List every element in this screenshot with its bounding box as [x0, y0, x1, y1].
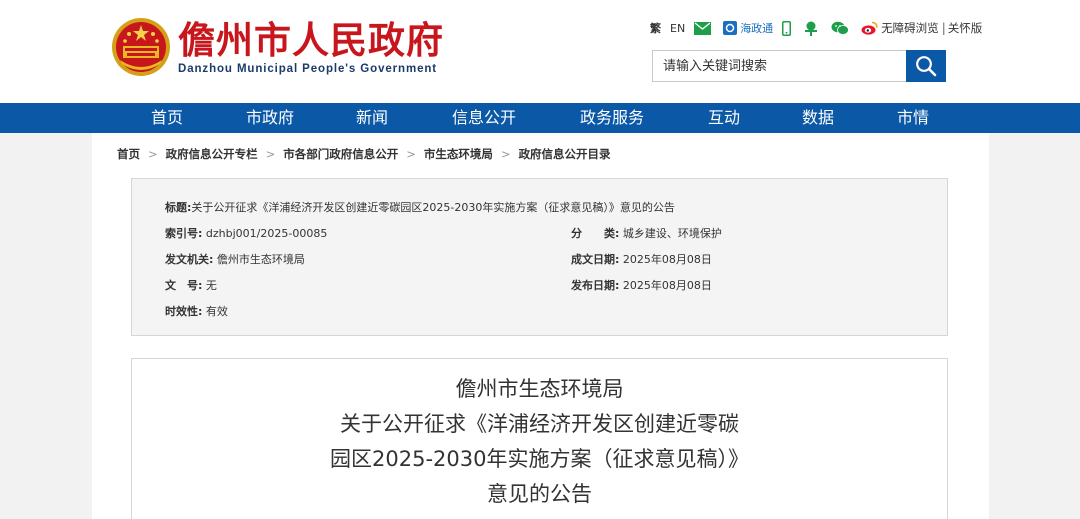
breadcrumb-item-departments[interactable]: 市各部门政府信息公开	[283, 146, 398, 162]
search-box	[652, 50, 906, 82]
nav-item-city-government[interactable]: 市政府	[232, 103, 308, 133]
nav-item-interaction[interactable]: 互动	[692, 103, 756, 133]
search-input[interactable]	[653, 51, 906, 81]
info-category-value: 城乡建设、环境保护	[622, 227, 722, 240]
breadcrumb-item-eco-bureau[interactable]: 市生态环境局	[424, 146, 493, 162]
info-index-value: dzhbj001/2025-00085	[205, 227, 328, 240]
info-created-label: 成文日期:	[571, 253, 620, 266]
info-title-value: 关于公开征求《洋浦经济开发区创建近零碳园区2025-2030年实施方案（征求意见…	[191, 201, 675, 214]
wechat-link[interactable]	[831, 21, 852, 35]
info-docno-label: 文 号:	[165, 279, 203, 292]
traditional-chinese-link[interactable]: 繁	[650, 20, 661, 36]
main-nav: 首页 市政府 新闻 信息公开 政务服务 互动 数据 市情	[0, 103, 1080, 133]
breadcrumb-separator: >	[500, 147, 511, 161]
info-docno-value: 无	[205, 279, 217, 292]
care-mode-link[interactable]: 关怀版	[948, 20, 983, 36]
search-icon	[916, 56, 937, 77]
breadcrumb-separator: >	[148, 147, 158, 161]
wechat-icon	[831, 21, 850, 35]
national-emblem-icon	[112, 18, 170, 76]
nav-item-gov-services[interactable]: 政务服务	[568, 103, 656, 133]
info-published-row: 发布日期: 2025年08月08日	[571, 277, 712, 293]
info-validity-label: 时效性:	[165, 305, 203, 318]
mail-icon	[694, 21, 712, 35]
info-category-row: 分 类: 城乡建设、环境保护	[571, 225, 722, 241]
breadcrumb-separator: >	[406, 147, 416, 161]
info-created-value: 2025年08月08日	[622, 253, 712, 266]
info-index-row: 索引号: dzhbj001/2025-00085	[165, 225, 327, 241]
info-issuer-label: 发文机关:	[165, 253, 214, 266]
nav-item-news[interactable]: 新闻	[340, 103, 404, 133]
info-published-label: 发布日期:	[571, 279, 620, 292]
nav-item-home[interactable]: 首页	[136, 103, 198, 133]
info-title-row: 标题:关于公开征求《洋浦经济开发区创建近零碳园区2025-2030年实施方案（征…	[165, 199, 675, 215]
site-title: 儋州市人民政府	[178, 18, 444, 62]
nav-item-data[interactable]: 数据	[786, 103, 850, 133]
info-validity-value: 有效	[205, 305, 228, 318]
mobile-phone-icon	[782, 20, 792, 36]
info-validity-row: 时效性: 有效	[165, 303, 228, 319]
site-subtitle: Danzhou Municipal People's Government	[178, 63, 438, 75]
document-info-panel: 标题:关于公开征求《洋浦经济开发区创建近零碳园区2025-2030年实施方案（征…	[131, 178, 948, 336]
nav-item-city-profile[interactable]: 市情	[881, 103, 945, 133]
nav-item-info-disclosure[interactable]: 信息公开	[440, 103, 528, 133]
top-links: 繁 EN 海政通 无障碍浏览 | 关怀版	[650, 20, 983, 36]
doc-title-line-1: 儋州市生态环境局	[455, 377, 624, 401]
info-category-label: 分 类:	[571, 227, 620, 240]
breadcrumb-item-info-column[interactable]: 政府信息公开专栏	[166, 146, 258, 162]
info-index-label: 索引号:	[165, 227, 203, 240]
weibo-icon	[861, 21, 878, 35]
info-title-label: 标题:	[165, 201, 192, 214]
english-link[interactable]: EN	[670, 22, 685, 35]
doc-title-line-4: 意见的公告	[487, 482, 592, 506]
page: 儋州市人民政府 Danzhou Municipal People's Gover…	[0, 0, 1080, 519]
site-logo[interactable]: 儋州市人民政府 Danzhou Municipal People's Gover…	[110, 14, 443, 84]
info-created-row: 成文日期: 2025年08月08日	[571, 251, 712, 267]
right-margin	[989, 133, 1080, 519]
document-content-panel: 儋州市生态环境局 关于公开征求《洋浦经济开发区创建近零碳 园区2025-2030…	[131, 358, 948, 519]
breadcrumb-item-catalog[interactable]: 政府信息公开目录	[519, 146, 611, 162]
info-published-value: 2025年08月08日	[622, 279, 712, 292]
weibo-link[interactable]: 无障碍浏览	[861, 20, 939, 36]
mobile-link[interactable]	[782, 20, 794, 36]
breadcrumb: 首页 > 政府信息公开专栏 > 市各部门政府信息公开 > 市生态环境局 > 政府…	[117, 145, 611, 163]
hainan-gov-icon	[723, 21, 738, 35]
tree-app-icon	[805, 21, 818, 36]
mail-link[interactable]	[694, 21, 714, 35]
app-link[interactable]	[803, 21, 822, 36]
info-issuer-value: 儋州市生态环境局	[216, 253, 305, 266]
site-header: 儋州市人民政府 Danzhou Municipal People's Gover…	[0, 0, 1080, 103]
left-margin	[0, 133, 92, 519]
info-issuer-row: 发文机关: 儋州市生态环境局	[165, 251, 305, 267]
doc-title-line-2: 关于公开征求《洋浦经济开发区创建近零碳	[340, 412, 739, 436]
search-button[interactable]	[906, 50, 946, 82]
hainan-gov-link[interactable]: 海政通	[723, 20, 773, 36]
breadcrumb-separator: >	[265, 147, 276, 161]
breadcrumb-item-home[interactable]: 首页	[117, 146, 140, 162]
info-docno-row: 文 号: 无	[165, 277, 217, 293]
doc-title-line-3: 园区2025-2030年实施方案（征求意见稿）》	[330, 447, 749, 471]
